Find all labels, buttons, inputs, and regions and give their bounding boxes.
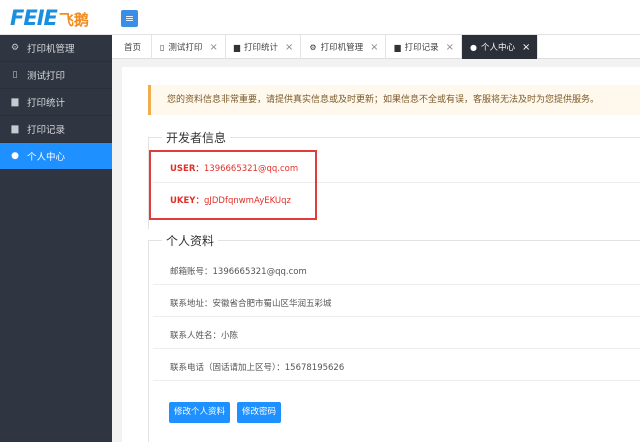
contact-name-label: 联系人姓名： [170, 331, 222, 341]
user-icon: ● [470, 42, 478, 52]
email-field: 邮箱账号：1396665321@qq.com [170, 265, 307, 277]
row-divider [153, 380, 640, 381]
cogs-icon: ⚙ [10, 43, 20, 53]
developer-info-title: 开发者信息 [162, 129, 231, 146]
feie-logo[interactable]: FEIE 飞鹅 [10, 6, 89, 30]
tab-label: 测试打印 [168, 43, 203, 53]
profile-title: 个人资料 [162, 232, 219, 249]
email-value: 1396665321@qq.com [212, 267, 307, 277]
highlight-box [149, 150, 317, 220]
contact-name-field: 联系人姓名：小陈 [170, 329, 238, 341]
address-field: 联系地址：安徽省合肥市蜀山区华润五彩城 [170, 297, 332, 309]
sidebar: ⚙ 打印机管理 ▯ 测试打印 ▆ 打印统计 ▆ 打印记录 ● 个人中心 [0, 35, 112, 442]
tab-print-stats[interactable]: ▆ 打印统计 × [226, 35, 302, 59]
top-bar: FEIE 飞鹅 ≡ [0, 0, 640, 35]
print-icon: ▆ [11, 97, 19, 107]
tab-test-print[interactable]: ▯ 测试打印 × [152, 35, 226, 59]
fieldset-border [148, 240, 640, 241]
print-icon: ▆ [11, 124, 19, 134]
sidebar-item-test-print[interactable]: ▯ 测试打印 [0, 62, 112, 89]
tab-label: 个人中心 [481, 43, 516, 53]
hamburger-icon: ≡ [124, 12, 135, 25]
sidebar-item-label: 打印记录 [27, 125, 66, 136]
row-divider [153, 284, 640, 285]
notice-banner: 您的资料信息非常重要，请提供真实信息或及时更新；如果信息不全或有误，客服将无法及… [148, 85, 640, 115]
close-icon[interactable]: × [370, 42, 378, 53]
tab-printer-management[interactable]: ⚙ 打印机管理 × [301, 35, 387, 59]
menu-toggle-button[interactable]: ≡ [121, 10, 138, 27]
tab-label: 首页 [124, 43, 142, 53]
tab-label: 打印机管理 [320, 43, 364, 53]
close-icon[interactable]: × [285, 42, 293, 53]
logo-latin: FEIE [10, 6, 58, 30]
content-panel [122, 67, 640, 442]
logo-chinese: 飞鹅 [58, 11, 89, 29]
address-label: 联系地址： [170, 299, 213, 309]
sidebar-item-print-records[interactable]: ▆ 打印记录 [0, 116, 112, 143]
user-icon: ● [11, 151, 19, 161]
row-divider [153, 348, 640, 349]
print-icon: ▆ [394, 42, 401, 52]
row-divider [153, 316, 640, 317]
sidebar-item-label: 测试打印 [27, 71, 66, 82]
tab-bar: 首页 ▯ 测试打印 × ▆ 打印统计 × ⚙ 打印机管理 × ▆ 打印记录 × … [112, 35, 640, 59]
edit-profile-button[interactable]: 修改个人资料 [169, 402, 230, 423]
file-icon: ▯ [160, 42, 165, 52]
sidebar-item-personal-center[interactable]: ● 个人中心 [0, 143, 112, 170]
tab-home[interactable]: 首页 [112, 35, 153, 59]
close-icon[interactable]: × [446, 42, 454, 53]
phone-value: 15678195626 [284, 363, 345, 373]
sidebar-item-print-stats[interactable]: ▆ 打印统计 [0, 89, 112, 116]
phone-field: 联系电话（固话请加上区号）：15678195626 [170, 361, 344, 373]
phone-label: 联系电话（固话请加上区号）： [170, 363, 285, 373]
change-password-button[interactable]: 修改密码 [237, 402, 281, 423]
file-icon: ▯ [12, 70, 18, 80]
tab-personal-center[interactable]: ● 个人中心 × [462, 35, 539, 59]
sidebar-item-label: 打印统计 [27, 98, 66, 109]
contact-name-value: 小陈 [221, 331, 239, 341]
tab-print-records[interactable]: ▆ 打印记录 × [386, 35, 463, 59]
sidebar-item-label: 个人中心 [27, 152, 66, 163]
fieldset-border [148, 240, 149, 442]
cogs-icon: ⚙ [309, 42, 317, 52]
tab-label: 打印统计 [243, 43, 278, 53]
tab-label: 打印记录 [404, 43, 439, 53]
close-icon[interactable]: × [522, 42, 530, 53]
close-icon[interactable]: × [209, 42, 217, 53]
email-label: 邮箱账号： [170, 267, 213, 277]
print-icon: ▆ [233, 42, 240, 52]
sidebar-item-label: 打印机管理 [27, 44, 75, 55]
address-value: 安徽省合肥市蜀山区华润五彩城 [212, 299, 332, 309]
sidebar-item-printer-management[interactable]: ⚙ 打印机管理 [0, 35, 112, 62]
